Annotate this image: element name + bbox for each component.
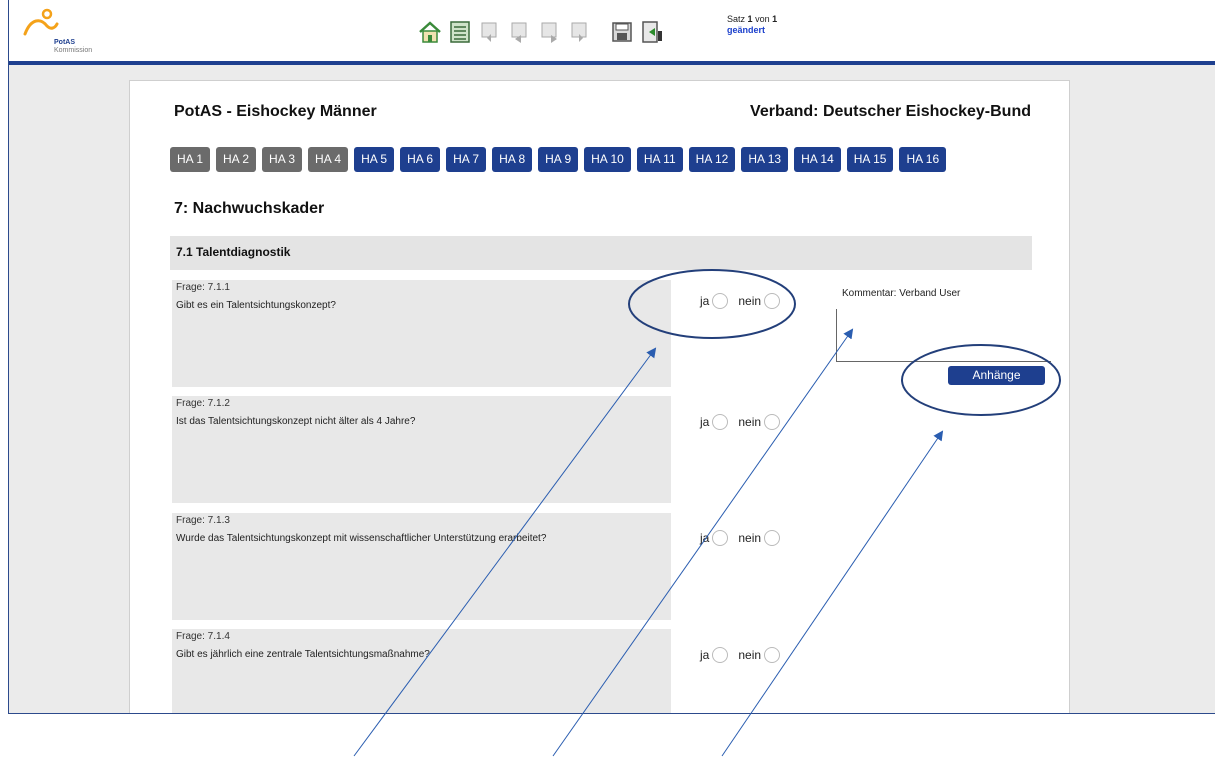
annotation-arrow [721,430,944,757]
annotation-arrow [353,347,657,757]
annotation-arrow [552,328,854,757]
highlight-ellipse-answers [628,269,796,339]
highlight-ellipse-attachments [901,344,1061,416]
annotation-overlay [353,269,1061,757]
